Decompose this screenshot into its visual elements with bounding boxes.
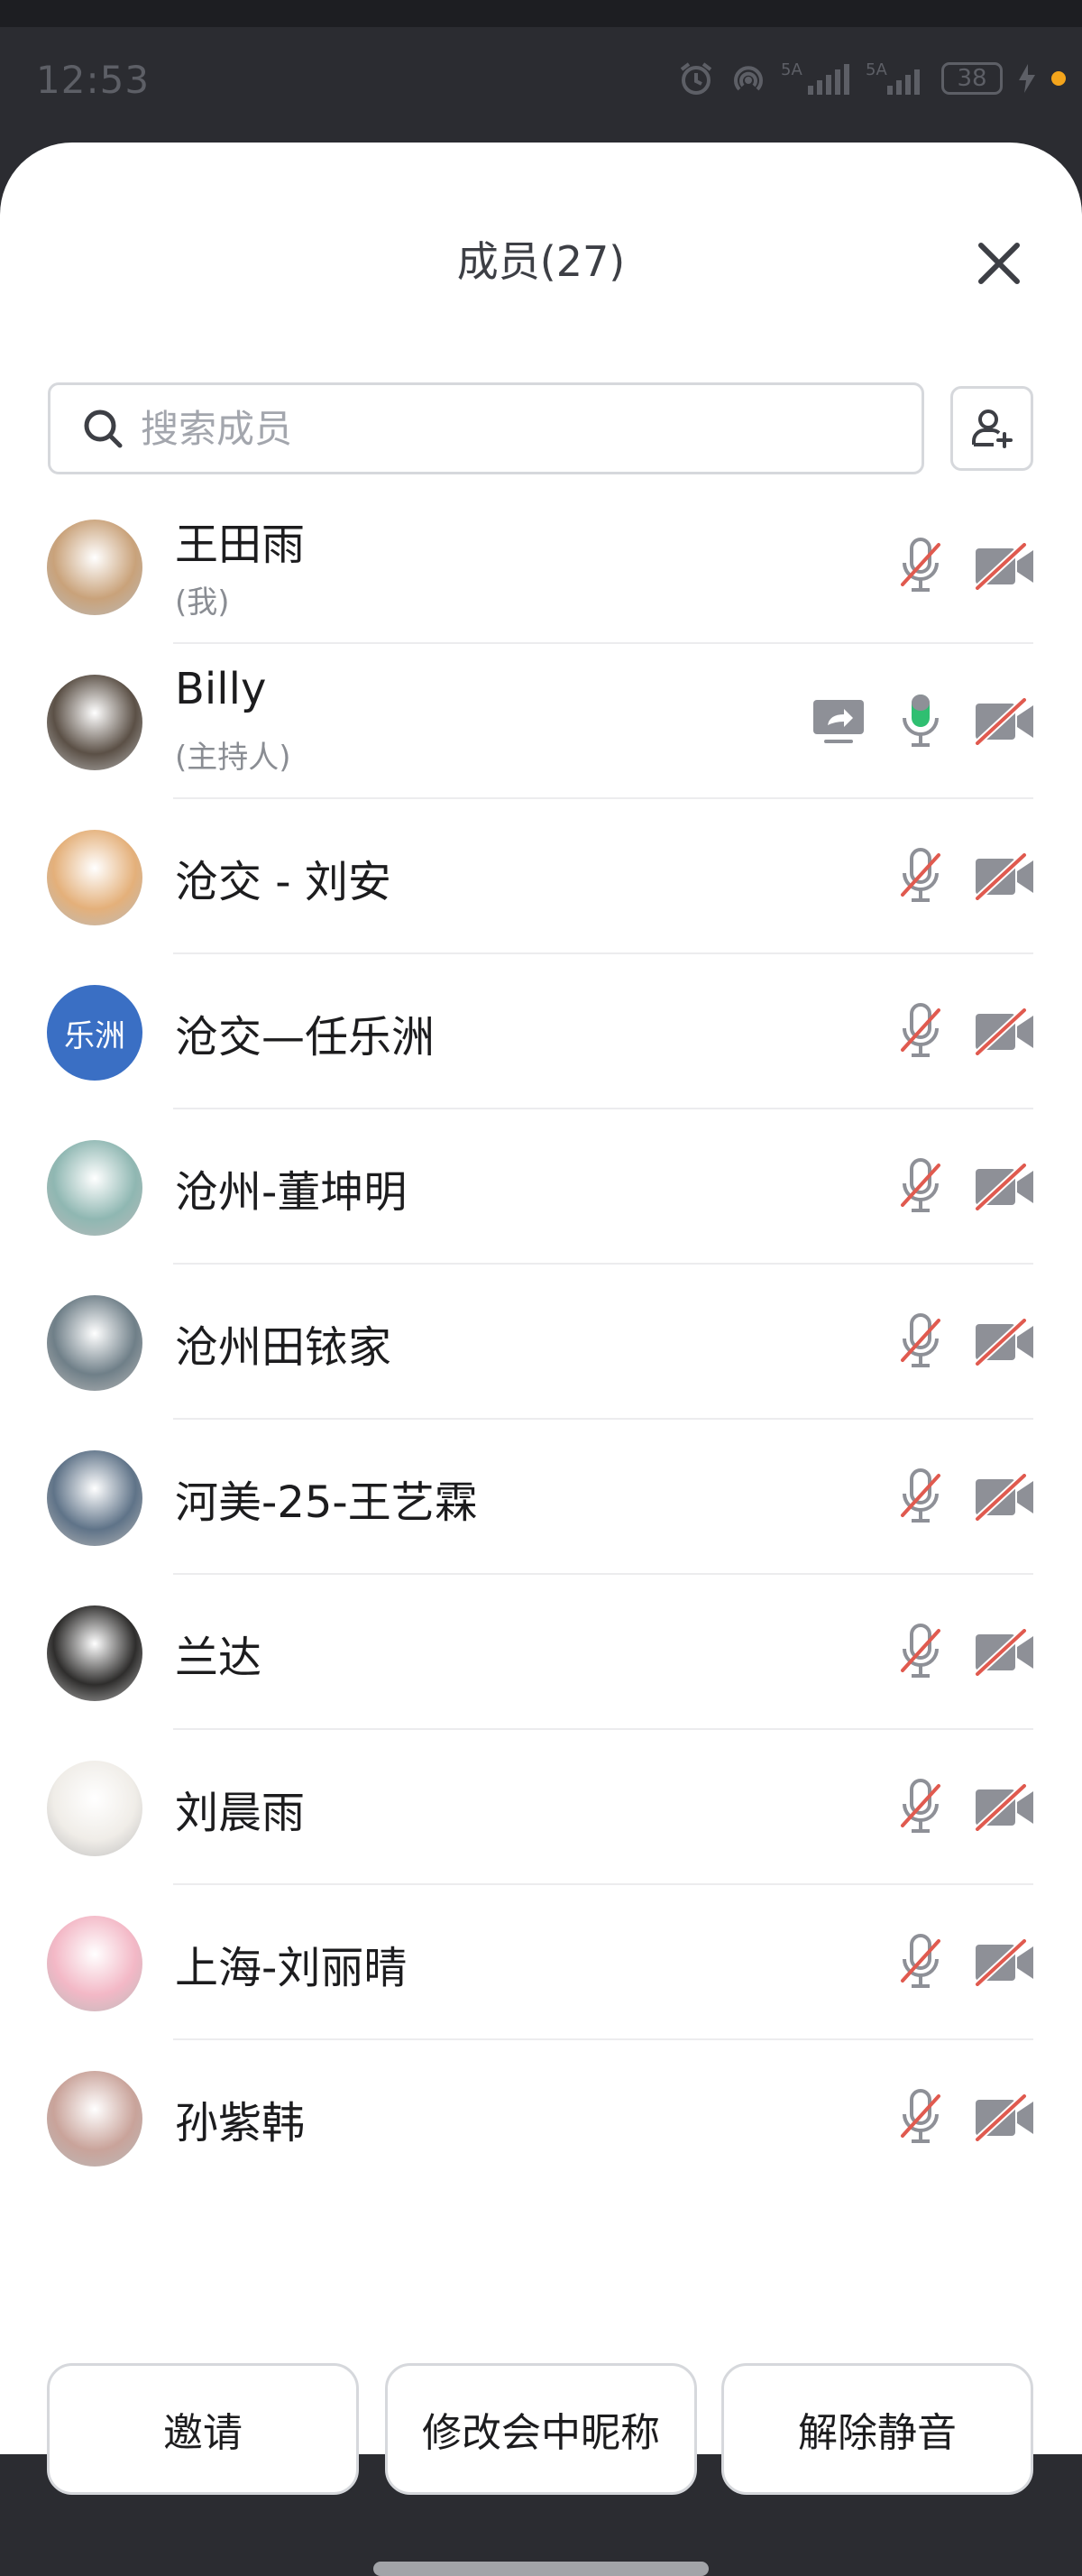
- member-row[interactable]: 上海-刘丽晴: [0, 1885, 1082, 2040]
- camera-off-icon[interactable]: [974, 852, 1035, 901]
- status-time: 12:53: [36, 58, 151, 102]
- charging-icon: [1015, 62, 1039, 95]
- network-label: 5A: [866, 60, 887, 79]
- rename-button[interactable]: 修改会中昵称: [385, 2363, 697, 2495]
- member-row[interactable]: 乐洲 沧交—任乐洲: [0, 954, 1082, 1109]
- member-name: 沧交 - 刘安: [175, 857, 391, 907]
- network-label: 5A: [781, 60, 802, 79]
- avatar: [47, 520, 142, 615]
- member-name: 河美-25-王艺霖: [175, 1477, 478, 1528]
- member-role: (主持人): [175, 740, 291, 776]
- camera-off-icon[interactable]: [974, 2093, 1035, 2142]
- member-name: 沧交—任乐洲: [175, 1012, 436, 1063]
- avatar: 乐洲: [47, 985, 142, 1081]
- member-name: 上海-刘丽晴: [175, 1943, 408, 1993]
- hotspot-icon: [729, 59, 768, 98]
- member-row[interactable]: 刘晨雨: [0, 1730, 1082, 1885]
- mic-muted-icon[interactable]: [900, 1156, 941, 1218]
- mic-muted-icon[interactable]: [900, 1622, 941, 1683]
- avatar: [47, 1140, 142, 1236]
- avatar: [47, 1916, 142, 2011]
- member-name: 沧州田铱家: [175, 1322, 392, 1373]
- member-name: 孙紫韩: [175, 2098, 306, 2148]
- member-name: 王田雨: [175, 520, 306, 570]
- member-row[interactable]: 沧州-董坤明: [0, 1109, 1082, 1265]
- member-row[interactable]: 沧交 - 刘安: [0, 799, 1082, 954]
- status-icons: 5A 5A 38: [676, 56, 1066, 101]
- camera-off-icon[interactable]: [974, 1318, 1035, 1366]
- mic-muted-icon[interactable]: [900, 1311, 941, 1373]
- search-input[interactable]: [139, 405, 882, 452]
- mic-muted-icon[interactable]: [900, 1001, 941, 1063]
- home-indicator: [373, 2562, 709, 2576]
- camera-off-icon[interactable]: [974, 1938, 1035, 1987]
- mic-muted-icon[interactable]: [900, 1932, 941, 1993]
- camera-off-icon[interactable]: [974, 1163, 1035, 1211]
- screen-share-icon[interactable]: [812, 698, 866, 745]
- member-row[interactable]: Billy (主持人): [0, 644, 1082, 799]
- avatar: [47, 675, 142, 770]
- charging-dot: [1051, 71, 1066, 86]
- avatar: [47, 2071, 142, 2167]
- signal-5g-icon: 5A: [781, 59, 853, 98]
- add-member-button[interactable]: [950, 386, 1033, 471]
- member-name: 兰达: [175, 1633, 262, 1683]
- search-box[interactable]: [48, 382, 924, 474]
- member-row[interactable]: 孙紫韩: [0, 2040, 1082, 2195]
- member-row[interactable]: 河美-25-王艺霖: [0, 1420, 1082, 1575]
- camera-off-icon[interactable]: [974, 697, 1035, 746]
- avatar: [47, 1761, 142, 1856]
- close-icon: [978, 243, 1020, 284]
- mic-muted-icon[interactable]: [900, 846, 941, 907]
- add-user-icon: [972, 409, 1013, 448]
- top-strip: [0, 0, 1082, 27]
- avatar: [47, 1295, 142, 1391]
- battery-icon: 38: [941, 62, 1003, 95]
- camera-off-icon[interactable]: [974, 542, 1035, 591]
- camera-off-icon[interactable]: [974, 1783, 1035, 1832]
- unmute-button[interactable]: 解除静音: [721, 2363, 1033, 2495]
- status-bar: 12:53 5A 5A 38: [0, 27, 1082, 144]
- mic-muted-icon[interactable]: [900, 1467, 941, 1528]
- avatar: [47, 1450, 142, 1546]
- signal-5g-icon: 5A: [866, 59, 929, 98]
- avatar: [47, 830, 142, 925]
- member-name: 沧州-董坤明: [175, 1167, 408, 1218]
- mic-muted-icon[interactable]: [900, 1777, 941, 1838]
- avatar: [47, 1605, 142, 1701]
- page-title: 成员(27): [456, 237, 626, 286]
- member-name: 刘晨雨: [175, 1788, 306, 1838]
- camera-off-icon[interactable]: [974, 1007, 1035, 1056]
- member-list: 王田雨 (我) Billy (主持人) 沧交 - 刘安 乐洲 沧交—任乐洲 沧州-董坤明 沧州田…: [0, 489, 1082, 2195]
- alarm-icon: [676, 59, 716, 98]
- close-button[interactable]: [965, 229, 1033, 298]
- member-name: Billy: [175, 664, 267, 714]
- camera-off-icon[interactable]: [974, 1628, 1035, 1677]
- mic-muted-icon[interactable]: [900, 2087, 941, 2148]
- invite-button[interactable]: 邀请: [47, 2363, 359, 2495]
- members-sheet: 成员(27) 王田雨(我)Billy(主持人)沧交 - 刘安乐洲沧交—任乐洲沧州…: [0, 143, 1082, 2576]
- member-row[interactable]: 王田雨 (我): [0, 489, 1082, 644]
- search-icon: [81, 407, 124, 450]
- member-role: (我): [175, 584, 230, 621]
- member-row[interactable]: 沧州田铱家: [0, 1265, 1082, 1420]
- camera-off-icon[interactable]: [974, 1473, 1035, 1522]
- mic-muted-icon[interactable]: [900, 536, 941, 597]
- mic-icon[interactable]: [900, 691, 941, 752]
- member-row[interactable]: 兰达: [0, 1575, 1082, 1730]
